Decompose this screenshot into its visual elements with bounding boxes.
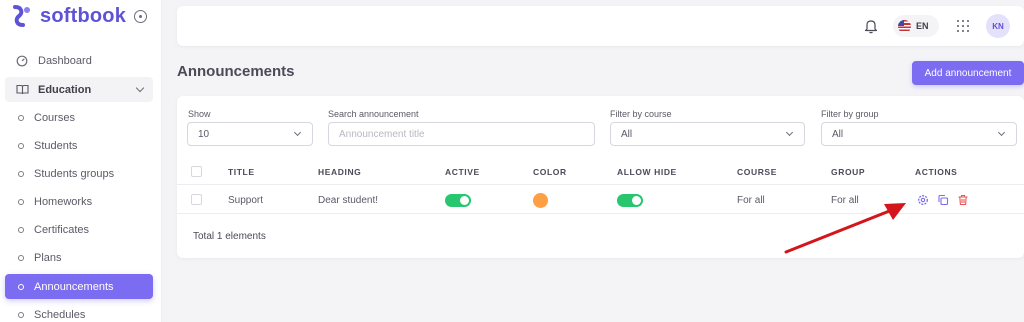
- column-color: COLOR: [533, 167, 567, 177]
- group-filter-select[interactable]: All: [821, 122, 1017, 146]
- sidebar: softbook Dashboard Education Courses Stu…: [0, 0, 162, 322]
- row-checkbox[interactable]: [191, 194, 202, 205]
- color-swatch: [533, 193, 548, 208]
- sidebar-item-announcements[interactable]: Announcements: [5, 274, 153, 299]
- course-filter-label: Filter by course: [610, 109, 672, 119]
- circle-icon: [18, 254, 24, 261]
- show-value: 10: [198, 128, 210, 140]
- column-course: COURSE: [737, 167, 777, 177]
- search-label: Search announcement: [328, 109, 419, 119]
- announcements-card: Show 10 Search announcement Announcement…: [177, 96, 1024, 258]
- active-toggle[interactable]: [445, 194, 471, 207]
- group-filter-label: Filter by group: [821, 109, 879, 119]
- column-actions: ACTIONS: [915, 167, 958, 177]
- sidebar-item-label: Announcements: [34, 280, 114, 293]
- sidebar-item-label: Education: [38, 83, 92, 96]
- sidebar-item-education[interactable]: Education: [5, 77, 153, 102]
- circle-icon: [18, 114, 24, 121]
- sidebar-item-courses[interactable]: Courses: [5, 105, 153, 130]
- column-title: TITLE: [228, 167, 255, 177]
- show-label: Show: [188, 109, 211, 119]
- search-placeholder: Announcement title: [339, 128, 425, 140]
- chevron-down-icon: [785, 128, 794, 137]
- add-announcement-button[interactable]: Add announcement: [912, 61, 1024, 85]
- language-code: EN: [916, 21, 929, 31]
- course-filter-value: All: [621, 128, 633, 140]
- sidebar-item-label: Certificates: [34, 223, 90, 236]
- sidebar-item-certificates[interactable]: Certificates: [5, 217, 153, 242]
- circle-icon: [18, 198, 24, 205]
- us-flag-icon: [898, 19, 911, 33]
- softbook-logo-icon: [13, 5, 30, 27]
- logo[interactable]: softbook: [10, 4, 126, 28]
- copy-icon[interactable]: [937, 194, 949, 206]
- sidebar-item-label: Homeworks: [34, 195, 93, 208]
- sidebar-item-label: Students: [34, 139, 78, 152]
- chevron-down-icon: [293, 128, 302, 137]
- bell-icon[interactable]: [864, 18, 878, 34]
- column-active: ACTIVE: [445, 167, 480, 177]
- topbar: EN KN: [177, 6, 1024, 46]
- column-allow-hide: ALLOW HIDE: [617, 167, 677, 177]
- gear-icon[interactable]: [917, 194, 929, 206]
- table-header: TITLE HEADING ACTIVE COLOR ALLOW HIDE CO…: [177, 159, 1024, 185]
- show-select[interactable]: 10: [187, 122, 313, 146]
- circle-icon: [18, 170, 24, 177]
- sidebar-item-homeworks[interactable]: Homeworks: [5, 189, 153, 214]
- language-selector[interactable]: EN: [893, 15, 939, 37]
- chevron-down-icon: [997, 128, 1006, 137]
- row-heading: Dear student!: [318, 195, 379, 206]
- sidebar-item-dashboard[interactable]: Dashboard: [5, 48, 153, 73]
- row-course: For all: [737, 195, 765, 206]
- sidebar-item-plans[interactable]: Plans: [5, 245, 153, 270]
- avatar[interactable]: KN: [986, 14, 1010, 38]
- column-heading: HEADING: [318, 167, 362, 177]
- circle-icon: [18, 226, 24, 233]
- row-group: For all: [831, 195, 859, 206]
- sidebar-item-label: Plans: [34, 251, 62, 264]
- sidebar-item-students[interactable]: Students: [5, 133, 153, 158]
- sidebar-item-label: Dashboard: [38, 54, 92, 67]
- sidebar-item-schedules[interactable]: Schedules: [5, 302, 153, 322]
- sidebar-item-label: Courses: [34, 111, 75, 124]
- circle-icon: [18, 311, 24, 318]
- circle-icon: [18, 142, 24, 149]
- apps-grid-icon[interactable]: [957, 20, 969, 32]
- sidebar-item-students-groups[interactable]: Students groups: [5, 161, 153, 186]
- allow-hide-toggle[interactable]: [617, 194, 643, 207]
- trash-icon[interactable]: [957, 194, 969, 206]
- row-title: Support: [228, 195, 264, 206]
- total-elements: Total 1 elements: [193, 231, 266, 242]
- dashboard-icon: [16, 55, 36, 67]
- app-name: softbook: [40, 4, 127, 27]
- sidebar-item-label: Schedules: [34, 308, 86, 321]
- circle-icon: [18, 283, 24, 290]
- table-row: Support Dear student! For all For all: [177, 186, 1024, 214]
- page-title: Announcements: [177, 63, 295, 80]
- sidebar-collapse-toggle[interactable]: [134, 10, 147, 23]
- search-input[interactable]: Announcement title: [328, 122, 595, 146]
- select-all-checkbox[interactable]: [191, 166, 202, 177]
- book-icon: [16, 84, 36, 95]
- course-filter-select[interactable]: All: [610, 122, 805, 146]
- sidebar-item-label: Students groups: [34, 167, 115, 180]
- chevron-down-icon: [135, 83, 145, 93]
- group-filter-value: All: [832, 128, 844, 140]
- column-group: GROUP: [831, 167, 866, 177]
